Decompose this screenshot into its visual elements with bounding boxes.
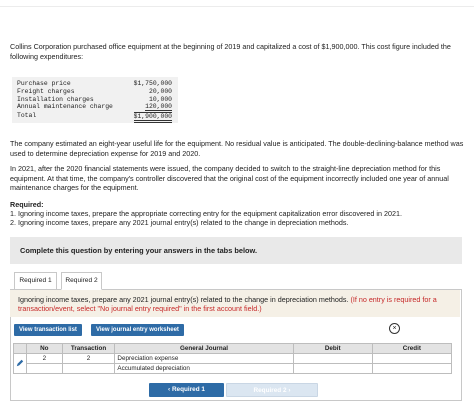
cost-row: Annual maintenance charge 120,000	[17, 103, 172, 111]
cost-value: $1,750,000	[133, 80, 172, 87]
previous-required-button[interactable]: ‹ Required 1	[149, 383, 224, 397]
cost-value: 10,000	[148, 96, 172, 103]
cost-label: Freight charges	[17, 88, 75, 95]
tab-required-2[interactable]: Required 2	[61, 272, 102, 290]
instructions-banner: Complete this question by entering your …	[10, 237, 462, 264]
cost-total-row: Total $1,900,000	[17, 112, 172, 123]
column-header-debit: Debit	[292, 343, 373, 354]
account-field[interactable]: Depreciation expense	[114, 353, 294, 364]
cost-label: Installation charges	[17, 96, 94, 103]
column-header-transaction: Transaction	[61, 343, 116, 354]
cost-label: Purchase price	[17, 80, 71, 87]
credit-field[interactable]	[371, 363, 453, 374]
cost-total-value: $1,900,000	[133, 112, 172, 123]
cost-row: Purchase price $1,750,000	[17, 80, 172, 88]
debit-field[interactable]	[292, 353, 373, 364]
required-item-2: 2. Ignoring income taxes, prepare any 20…	[10, 218, 349, 227]
cost-value: 120,000	[145, 103, 172, 111]
row-transaction	[61, 363, 116, 374]
journal-row: Accumulated depreciation	[14, 363, 453, 374]
top-divider	[0, 6, 474, 7]
cost-row: Freight charges 20,000	[17, 88, 172, 96]
debit-field[interactable]	[292, 363, 373, 374]
chevron-right-icon: ›	[288, 387, 291, 394]
cost-label: Total	[17, 112, 37, 119]
paragraph-change: In 2021, after the 2020 financial statem…	[10, 164, 449, 192]
pencil-icon[interactable]	[13, 353, 27, 374]
cost-table: Purchase price $1,750,000 Freight charge…	[12, 77, 178, 123]
edit-column-header	[13, 343, 27, 354]
journal-header-row: No Transaction General Journal Debit Cre…	[13, 343, 453, 354]
row-no: 2	[26, 353, 63, 364]
banner-text: Complete this question by entering your …	[20, 246, 258, 255]
paragraph-useful-life: The company estimated an eight-year usef…	[10, 139, 464, 158]
instruction-box: Ignoring income taxes, prepare any 2021 …	[10, 290, 460, 317]
tab-required-1[interactable]: Required 1	[14, 272, 57, 290]
intro-text: Collins Corporation purchased office equ…	[10, 42, 451, 61]
account-field[interactable]: Accumulated depreciation	[114, 363, 294, 374]
journal-table: No Transaction General Journal Debit Cre…	[13, 343, 453, 374]
column-header-no: No	[26, 343, 63, 354]
journal-row: 2 2 Depreciation expense	[13, 353, 453, 374]
cost-label: Annual maintenance charge	[17, 103, 113, 110]
close-circle-icon[interactable]: ×	[389, 323, 400, 334]
cost-value: 20,000	[148, 88, 172, 95]
row-no	[26, 363, 63, 374]
column-header-credit: Credit	[371, 343, 453, 354]
column-header-general-journal: General Journal	[114, 343, 294, 354]
next-label: Required 2	[253, 387, 287, 394]
row-transaction: 2	[61, 353, 116, 364]
instruction-text: Ignoring income taxes, prepare any 2021 …	[18, 295, 349, 304]
credit-field[interactable]	[371, 353, 453, 364]
view-journal-worksheet-button[interactable]: View journal entry worksheet	[91, 324, 184, 336]
view-transaction-list-button[interactable]: View transaction list	[14, 324, 82, 336]
next-required-button[interactable]: Required 2 ›	[226, 383, 318, 397]
previous-label: Required 1	[171, 386, 205, 393]
